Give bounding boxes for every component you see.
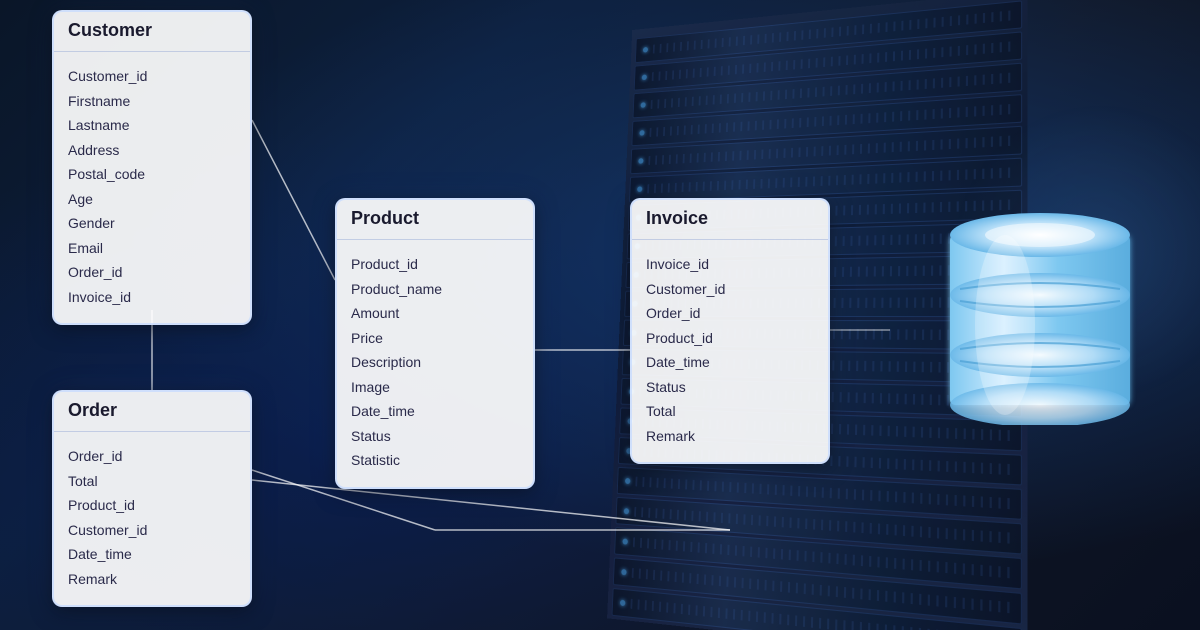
field-email: Email [68, 236, 236, 261]
field-invoice_id: Invoice_id [68, 285, 236, 310]
field-date_time: Date_time [646, 350, 814, 375]
field-description: Description [351, 350, 519, 375]
customer-table-header: Customer [54, 12, 250, 52]
field-postal_code: Postal_code [68, 162, 236, 187]
field-order_id: Order_id [646, 301, 814, 326]
field-image: Image [351, 375, 519, 400]
field-remark: Remark [646, 424, 814, 449]
field-lastname: Lastname [68, 113, 236, 138]
order-table: Order Order_idTotalProduct_idCustomer_id… [52, 390, 252, 607]
field-total: Total [646, 399, 814, 424]
field-product_id: Product_id [351, 252, 519, 277]
field-total: Total [68, 469, 236, 494]
field-order_id: Order_id [68, 260, 236, 285]
product-table-fields: Product_idProduct_nameAmountPriceDescrip… [337, 240, 533, 487]
field-statistic: Statistic [351, 448, 519, 473]
field-remark: Remark [68, 567, 236, 592]
field-product_name: Product_name [351, 277, 519, 302]
field-price: Price [351, 326, 519, 351]
field-status: Status [351, 424, 519, 449]
product-table-header: Product [337, 200, 533, 240]
field-date_time: Date_time [351, 399, 519, 424]
invoice-table: Invoice Invoice_idCustomer_idOrder_idPro… [630, 198, 830, 464]
field-address: Address [68, 138, 236, 163]
customer-table-fields: Customer_idFirstnameLastnameAddressPosta… [54, 52, 250, 323]
field-invoice_id: Invoice_id [646, 252, 814, 277]
product-table: Product Product_idProduct_nameAmountPric… [335, 198, 535, 489]
field-amount: Amount [351, 301, 519, 326]
field-firstname: Firstname [68, 89, 236, 114]
database-icon [940, 205, 1140, 425]
order-table-header: Order [54, 392, 250, 432]
field-product_id: Product_id [68, 493, 236, 518]
invoice-table-fields: Invoice_idCustomer_idOrder_idProduct_idD… [632, 240, 828, 462]
field-status: Status [646, 375, 814, 400]
field-product_id: Product_id [646, 326, 814, 351]
customer-table: Customer Customer_idFirstnameLastnameAdd… [52, 10, 252, 325]
field-age: Age [68, 187, 236, 212]
invoice-table-header: Invoice [632, 200, 828, 240]
field-order_id: Order_id [68, 444, 236, 469]
field-date_time: Date_time [68, 542, 236, 567]
field-customer_id: Customer_id [68, 518, 236, 543]
field-gender: Gender [68, 211, 236, 236]
field-customer_id: Customer_id [68, 64, 236, 89]
order-table-fields: Order_idTotalProduct_idCustomer_idDate_t… [54, 432, 250, 605]
field-customer_id: Customer_id [646, 277, 814, 302]
